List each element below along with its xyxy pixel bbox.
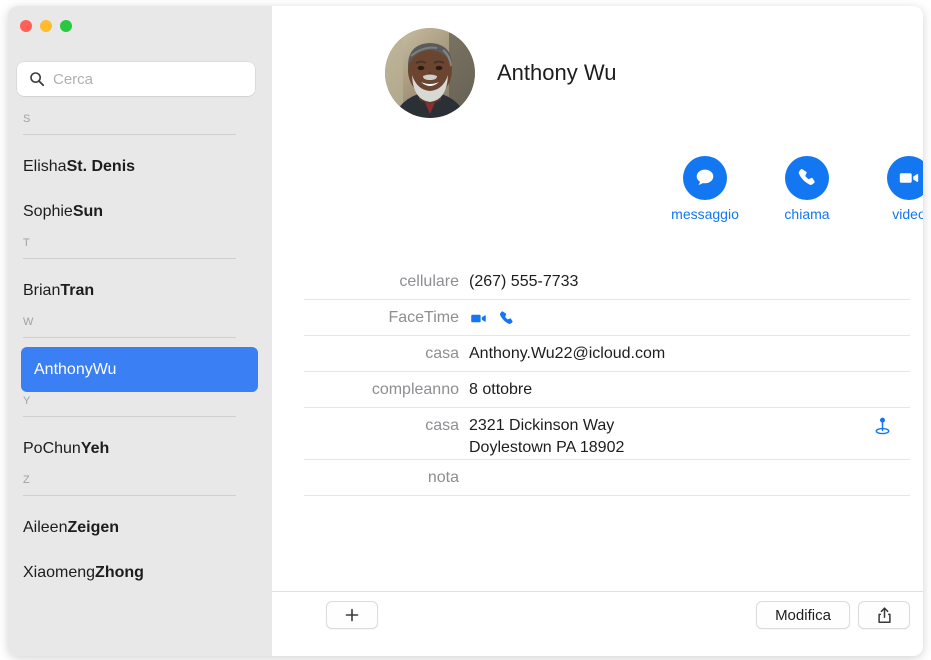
section-divider bbox=[23, 416, 236, 417]
field-label: compleanno bbox=[371, 381, 459, 398]
contact-header: Anthony Wu bbox=[385, 28, 616, 118]
search-field[interactable] bbox=[17, 62, 255, 96]
message-bubble-icon bbox=[696, 169, 714, 185]
section-header-w: W bbox=[8, 313, 272, 347]
field-label: nota bbox=[427, 469, 459, 486]
section-letter: Y bbox=[23, 395, 31, 407]
add-contact-button[interactable] bbox=[326, 601, 378, 629]
action-video[interactable]: video bbox=[885, 156, 923, 222]
bottom-toolbar: Modifica bbox=[272, 591, 923, 656]
contact-list[interactable]: S Elisha St. Denis Sophie Sun T Brian Tran W A… bbox=[8, 110, 272, 656]
contact-name: Anthony Wu bbox=[497, 60, 617, 85]
video-camera-icon bbox=[899, 173, 919, 183]
contact-actions: messaggiochiamavideoemail bbox=[671, 156, 923, 222]
search-input[interactable] bbox=[53, 70, 233, 88]
field-value: Anthony.Wu22@icloud.com bbox=[469, 345, 666, 362]
field-row[interactable]: casa Anthony.Wu22@icloud.com bbox=[304, 336, 910, 372]
contact-first-name: Xiaomeng bbox=[23, 563, 96, 581]
action-chiama[interactable]: chiama bbox=[783, 156, 831, 222]
contact-list-item[interactable]: Sophie Sun bbox=[8, 189, 258, 234]
contact-first-name: Elisha bbox=[23, 157, 67, 175]
field-row[interactable]: cellulare (267) 555-7733 bbox=[304, 264, 910, 300]
contact-list-item[interactable]: Aileen Zeigen bbox=[8, 505, 258, 550]
action-label: chiama bbox=[784, 206, 830, 222]
share-button[interactable] bbox=[858, 601, 910, 629]
phone-icon[interactable] bbox=[497, 309, 516, 328]
contact-first-name: PoChun bbox=[23, 439, 81, 457]
contact-list-item[interactable]: Brian Tran bbox=[8, 268, 258, 313]
field-label: FaceTime bbox=[388, 309, 459, 326]
window-controls bbox=[20, 20, 72, 32]
section-divider bbox=[23, 258, 236, 259]
section-divider bbox=[23, 337, 236, 338]
action-messaggio[interactable]: messaggio bbox=[671, 156, 739, 222]
contact-detail-pane: Anthony Wu messaggiochiamavideoemail cel… bbox=[272, 6, 923, 656]
edit-button-label: Modifica bbox=[775, 606, 831, 624]
contact-last-name: Wu bbox=[92, 360, 117, 378]
contact-first-name: Aileen bbox=[23, 518, 68, 536]
field-value: (267) 555-7733 bbox=[469, 273, 579, 290]
phone-icon bbox=[798, 169, 815, 185]
contact-list-item[interactable]: Elisha St. Denis bbox=[8, 144, 258, 189]
contact-last-name: Zhong bbox=[95, 563, 144, 581]
search-icon bbox=[30, 72, 45, 87]
field-label: cellulare bbox=[399, 273, 459, 290]
contact-last-name: Tran bbox=[60, 281, 95, 299]
contact-last-name: Zeigen bbox=[67, 518, 120, 536]
field-row[interactable]: FaceTime bbox=[304, 300, 910, 336]
section-divider bbox=[23, 495, 236, 496]
minimize-button[interactable] bbox=[40, 20, 52, 32]
action-icon-circle[interactable] bbox=[887, 156, 923, 200]
contact-list-item[interactable]: Xiaomeng Zhong bbox=[8, 550, 258, 595]
map-pin-icon[interactable] bbox=[875, 417, 890, 435]
video-camera-icon[interactable] bbox=[469, 309, 488, 328]
sidebar: SElisha St. DenisSophie SunTBrian TranWA… bbox=[8, 6, 272, 656]
contact-fields: cellulare (267) 555-7733 FaceTime casa Antho… bbox=[304, 264, 910, 496]
section-letter: T bbox=[23, 237, 30, 249]
edit-button[interactable]: Modifica bbox=[756, 601, 850, 629]
action-icon-circle[interactable] bbox=[785, 156, 829, 200]
field-value: 8 ottobre bbox=[469, 381, 533, 398]
contact-last-name: Yeh bbox=[80, 439, 110, 457]
section-divider bbox=[23, 134, 236, 135]
plus-icon bbox=[345, 608, 359, 622]
contact-list-item[interactable]: PoChun Yeh bbox=[8, 426, 258, 471]
field-value: 2321 Dickinson Way Doylestown PA 18902 bbox=[469, 417, 625, 456]
field-row[interactable]: casa 2321 Dickinson Way Doylestown PA 189… bbox=[304, 408, 910, 460]
facetime-icons bbox=[469, 307, 910, 329]
contacts-window: SElisha St. DenisSophie SunTBrian TranWA… bbox=[8, 6, 923, 656]
field-label: casa bbox=[425, 345, 459, 362]
contact-first-name: Sophie bbox=[23, 202, 73, 220]
contact-list-item[interactable]: Anthony Wu bbox=[21, 347, 258, 392]
action-icon-circle[interactable] bbox=[683, 156, 727, 200]
section-letter: Z bbox=[23, 474, 30, 486]
share-icon bbox=[877, 606, 891, 623]
section-letter: W bbox=[23, 316, 34, 328]
section-header-s: S bbox=[8, 110, 272, 144]
contact-first-name: Anthony bbox=[34, 360, 93, 378]
action-label: messaggio bbox=[671, 206, 739, 222]
section-letter: S bbox=[23, 113, 31, 125]
contact-first-name: Brian bbox=[23, 281, 61, 299]
contact-last-name: Sun bbox=[72, 202, 104, 220]
avatar[interactable] bbox=[385, 28, 475, 118]
action-label: video bbox=[892, 206, 923, 222]
field-label: casa bbox=[425, 417, 459, 434]
contact-last-name: St. Denis bbox=[66, 157, 136, 175]
field-row[interactable]: nota bbox=[304, 460, 910, 496]
section-header-y: Y bbox=[8, 392, 272, 426]
section-header-z: Z bbox=[8, 471, 272, 505]
zoom-button[interactable] bbox=[60, 20, 72, 32]
section-header-t: T bbox=[8, 234, 272, 268]
close-button[interactable] bbox=[20, 20, 32, 32]
contact-photo bbox=[385, 28, 475, 118]
field-row[interactable]: compleanno 8 ottobre bbox=[304, 372, 910, 408]
